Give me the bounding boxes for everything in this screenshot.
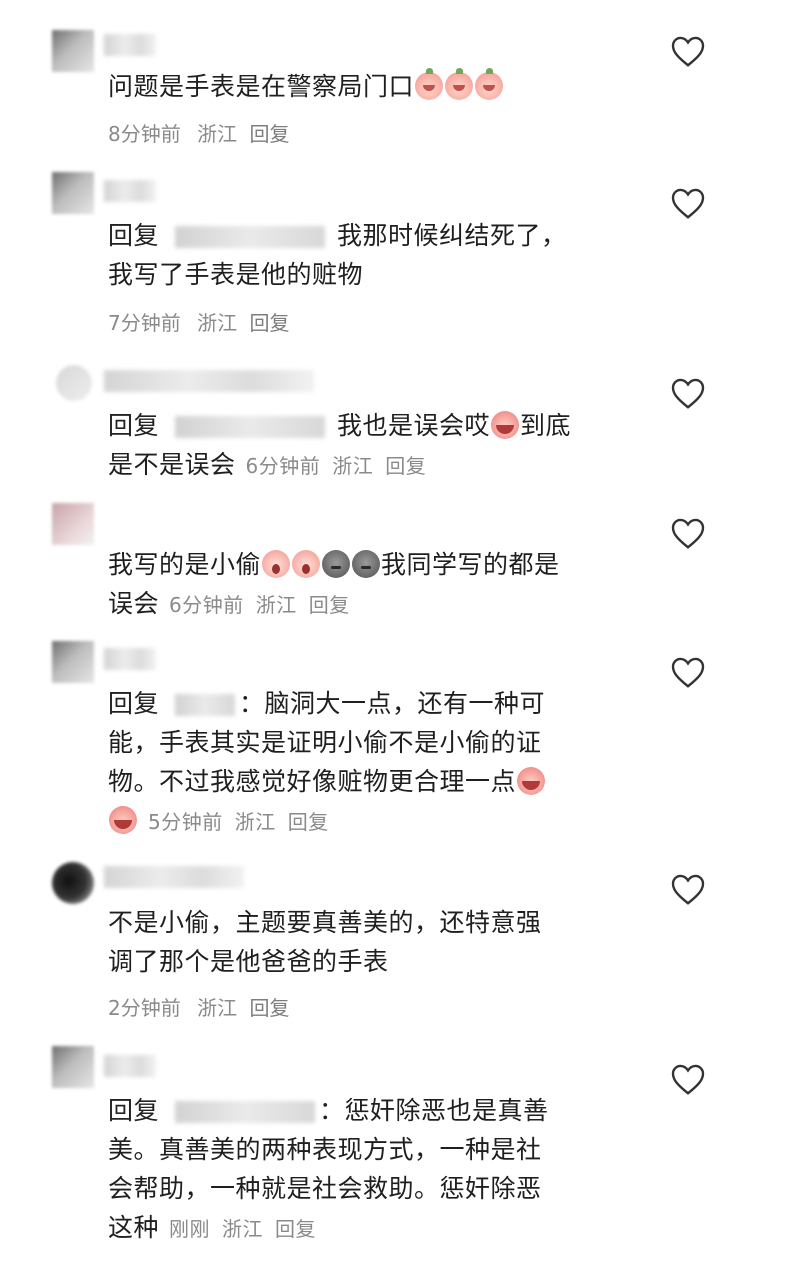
crying-peach-emoji	[491, 411, 520, 439]
comment-meta: 6分钟前 浙江 回复	[169, 593, 362, 617]
username[interactable]	[104, 370, 314, 392]
reply-prefix: 回复	[108, 411, 160, 440]
reply-button[interactable]: 回复	[309, 593, 350, 617]
avatar[interactable]	[56, 365, 92, 401]
heart-outline-icon[interactable]	[670, 1062, 706, 1096]
peach-face-emoji	[475, 68, 504, 100]
avatar[interactable]	[52, 30, 94, 72]
username[interactable]	[104, 1055, 156, 1077]
comment-text: 不是小偷，主题要真善美的，还特意强 调了那个是他爸爸的手表	[108, 908, 542, 976]
heart-outline-icon[interactable]	[670, 34, 706, 68]
comment-time: 6分钟前	[169, 593, 244, 617]
peach-face-emoji	[445, 68, 474, 100]
comment-time: 5分钟前	[148, 810, 223, 834]
comment-text: 回复 我那时候纠结死了， 我写了手表是他的赃物	[108, 221, 567, 289]
reply-button[interactable]: 回复	[385, 454, 426, 478]
comment-meta: 6分钟前 浙江 回复	[246, 454, 439, 478]
comment-location: 浙江	[222, 1217, 264, 1241]
comment-time: 7分钟前	[108, 311, 181, 335]
mention-username[interactable]	[175, 1101, 316, 1123]
reply-button[interactable]: 回复	[249, 122, 289, 146]
username[interactable]	[104, 34, 156, 56]
avatar[interactable]	[52, 503, 94, 545]
comment-location: 浙江	[197, 122, 238, 146]
username[interactable]	[104, 866, 244, 888]
username[interactable]	[104, 648, 156, 670]
peach-face-emoji	[415, 68, 444, 100]
heart-outline-icon[interactable]	[670, 516, 706, 550]
screaming-face-emoji	[292, 550, 321, 578]
heart-outline-icon[interactable]	[670, 872, 706, 906]
comment-time: 刚刚	[169, 1217, 211, 1241]
comment-meta: 5分钟前 浙江 回复	[148, 810, 341, 834]
comment-time: 6分钟前	[245, 454, 321, 478]
comment-location: 浙江	[234, 810, 276, 834]
username[interactable]	[104, 180, 156, 202]
comment-text: 回复 我也是误会哎 到底 是不是误会 6分钟前 浙江 回复	[108, 411, 572, 479]
comment-text: 问题是手表是在警察局门口	[108, 67, 640, 106]
avatar[interactable]	[52, 862, 94, 904]
comment-text: 我写的是小偷 我同学写的都是 误会 6分钟前 浙江 回复	[108, 550, 560, 618]
comment-text: 回复 ：脑洞大一点，还有一种可 能，手表其实是证明小偷不是小偷的证 物。不过我感觉…	[108, 689, 546, 834]
comment-location: 浙江	[332, 454, 374, 478]
avatar[interactable]	[52, 641, 94, 683]
gray-face-emoji	[322, 550, 351, 578]
comment-meta: 7分钟前 浙江 回复	[108, 307, 289, 336]
reply-button[interactable]: 回复	[275, 1217, 316, 1241]
reply-prefix: 回复	[108, 221, 160, 250]
comment-meta: 2分钟前 浙江 回复	[108, 992, 289, 1021]
comment-location: 浙江	[255, 593, 297, 617]
avatar[interactable]	[52, 1046, 94, 1088]
heart-outline-icon[interactable]	[670, 186, 706, 220]
comment-meta: 刚刚 浙江 回复	[169, 1217, 328, 1241]
avatar[interactable]	[52, 172, 94, 214]
reply-prefix: 回复	[108, 1096, 160, 1125]
comment-location: 浙江	[197, 311, 238, 335]
screaming-face-emoji	[262, 550, 291, 578]
gray-face-emoji	[352, 550, 381, 578]
comment-time: 8分钟前	[108, 122, 181, 146]
mention-username[interactable]	[175, 226, 326, 248]
comment-meta: 8分钟前 浙江 回复	[108, 118, 289, 147]
crying-peach-emoji	[109, 806, 137, 834]
reply-button[interactable]: 回复	[288, 810, 329, 834]
mention-username[interactable]	[175, 694, 236, 716]
reply-button[interactable]: 回复	[249, 996, 289, 1020]
mention-username[interactable]	[175, 416, 326, 438]
reply-prefix: 回复	[108, 689, 160, 718]
heart-outline-icon[interactable]	[670, 655, 706, 689]
comment-location: 浙江	[197, 996, 238, 1020]
comment-text: 回复 ：惩奸除恶也是真善 美。真善美的两种表现方式，一种是社 会帮助，一种就是社会…	[108, 1096, 549, 1242]
heart-outline-icon[interactable]	[670, 376, 706, 410]
crying-peach-emoji	[517, 767, 546, 795]
reply-button[interactable]: 回复	[249, 311, 289, 335]
comment-time: 2分钟前	[108, 996, 181, 1020]
